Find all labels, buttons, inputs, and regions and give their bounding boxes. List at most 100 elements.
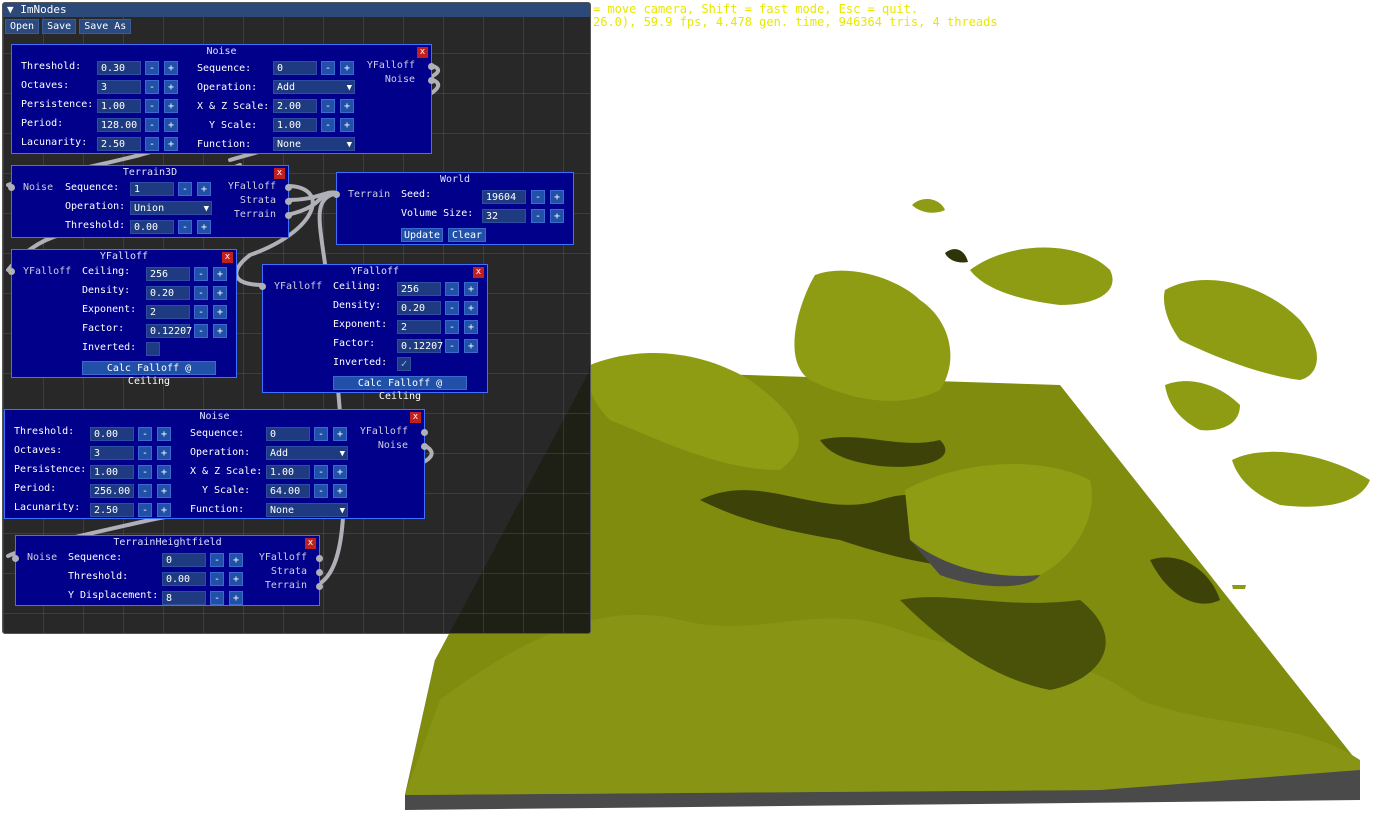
inverted-checkbox[interactable]: [146, 342, 160, 356]
octaves-field[interactable]: 3: [97, 80, 141, 94]
period-minus-button[interactable]: -: [145, 118, 159, 132]
ceiling-minus-button[interactable]: -: [445, 282, 459, 296]
yfalloff-node-1[interactable]: YFalloff x YFalloff Ceiling: 256 - + Den…: [8, 249, 237, 387]
input-pin[interactable]: [8, 184, 15, 191]
octaves-plus-button[interactable]: +: [157, 446, 171, 460]
factor-field[interactable]: 0.12207: [146, 324, 192, 338]
y-scale-plus-button[interactable]: +: [340, 118, 354, 132]
input-pin[interactable]: [259, 283, 266, 290]
xz-scale-field[interactable]: 2.00: [273, 99, 317, 113]
sequence-field[interactable]: 1: [130, 182, 174, 196]
output-pin[interactable]: [316, 583, 323, 590]
volume-size-plus-button[interactable]: +: [550, 209, 564, 223]
output-pin[interactable]: [316, 555, 323, 562]
threshold-field[interactable]: 0.00: [130, 220, 174, 234]
clear-button[interactable]: Clear: [448, 228, 486, 242]
sequence-plus-button[interactable]: +: [229, 553, 243, 567]
ceiling-field[interactable]: 256: [146, 267, 190, 281]
output-pin[interactable]: [285, 198, 292, 205]
factor-field[interactable]: 0.12207: [397, 339, 443, 353]
octaves-field[interactable]: 3: [90, 446, 134, 460]
threshold-minus-button[interactable]: -: [145, 61, 159, 75]
y-displacement-minus-button[interactable]: -: [210, 591, 224, 605]
y-displacement-field[interactable]: 8: [162, 591, 206, 605]
threshold-minus-button[interactable]: -: [178, 220, 192, 234]
y-displacement-plus-button[interactable]: +: [229, 591, 243, 605]
xz-scale-minus-button[interactable]: -: [314, 465, 328, 479]
octaves-minus-button[interactable]: -: [138, 446, 152, 460]
lacunarity-plus-button[interactable]: +: [157, 503, 171, 517]
function-select[interactable]: None ▼: [273, 137, 355, 151]
update-button[interactable]: Update: [401, 228, 443, 242]
persistence-field[interactable]: 1.00: [97, 99, 141, 113]
density-plus-button[interactable]: +: [213, 286, 227, 300]
sequence-minus-button[interactable]: -: [321, 61, 335, 75]
input-pin[interactable]: [333, 191, 340, 198]
persistence-plus-button[interactable]: +: [164, 99, 178, 113]
persistence-field[interactable]: 1.00: [90, 465, 134, 479]
operation-select[interactable]: Union ▼: [130, 201, 212, 215]
xz-scale-plus-button[interactable]: +: [333, 465, 347, 479]
density-plus-button[interactable]: +: [464, 301, 478, 315]
density-field[interactable]: 0.20: [397, 301, 441, 315]
octaves-minus-button[interactable]: -: [145, 80, 159, 94]
lacunarity-field[interactable]: 2.50: [97, 137, 141, 151]
volume-size-field[interactable]: 32: [482, 209, 526, 223]
period-plus-button[interactable]: +: [164, 118, 178, 132]
world-node[interactable]: World Terrain Seed: 19604 - + Volume Siz…: [333, 172, 574, 245]
y-scale-field[interactable]: 64.00: [266, 484, 310, 498]
lacunarity-minus-button[interactable]: -: [145, 137, 159, 151]
sequence-field[interactable]: 0: [273, 61, 317, 75]
lacunarity-field[interactable]: 2.50: [90, 503, 134, 517]
y-scale-minus-button[interactable]: -: [314, 484, 328, 498]
output-pin[interactable]: [428, 77, 435, 84]
close-icon[interactable]: x: [222, 252, 233, 263]
open-button[interactable]: Open: [5, 19, 40, 34]
exponent-minus-button[interactable]: -: [194, 305, 208, 319]
calc-falloff-button[interactable]: Calc Falloff @ Ceiling: [82, 361, 216, 387]
volume-size-minus-button[interactable]: -: [531, 209, 545, 223]
y-scale-plus-button[interactable]: +: [333, 484, 347, 498]
threshold-plus-button[interactable]: +: [164, 61, 178, 75]
lacunarity-plus-button[interactable]: +: [164, 137, 178, 151]
close-icon[interactable]: x: [305, 538, 316, 549]
terrain3d-node[interactable]: Terrain3D x Noise Sequence: 1 - + Operat…: [8, 165, 292, 238]
xz-scale-plus-button[interactable]: +: [340, 99, 354, 113]
octaves-plus-button[interactable]: +: [164, 80, 178, 94]
xz-scale-minus-button[interactable]: -: [321, 99, 335, 113]
density-field[interactable]: 0.20: [146, 286, 190, 300]
inverted-checkbox[interactable]: ✓: [397, 357, 411, 371]
operation-select[interactable]: Add ▼: [273, 80, 355, 94]
threshold-field[interactable]: 0.00: [90, 427, 134, 441]
output-pin[interactable]: [421, 429, 428, 436]
function-select[interactable]: None ▼: [266, 503, 348, 517]
threshold-field[interactable]: 0.00: [162, 572, 206, 586]
threshold-plus-button[interactable]: +: [229, 572, 243, 586]
sequence-minus-button[interactable]: -: [314, 427, 328, 441]
seed-plus-button[interactable]: +: [550, 190, 564, 204]
lacunarity-minus-button[interactable]: -: [138, 503, 152, 517]
ceiling-minus-button[interactable]: -: [194, 267, 208, 281]
ceiling-plus-button[interactable]: +: [464, 282, 478, 296]
sequence-plus-button[interactable]: +: [197, 182, 211, 196]
terrain-heightfield-node[interactable]: TerrainHeightfield x Noise Sequence: 0 -…: [12, 535, 323, 606]
threshold-minus-button[interactable]: -: [138, 427, 152, 441]
close-icon[interactable]: x: [274, 168, 285, 179]
sequence-plus-button[interactable]: +: [333, 427, 347, 441]
noise-node-1[interactable]: Noise x Threshold: 0.30 - + Octaves: 3 -…: [11, 44, 435, 154]
factor-minus-button[interactable]: -: [194, 324, 208, 338]
output-pin[interactable]: [285, 212, 292, 219]
input-pin[interactable]: [8, 268, 15, 275]
threshold-plus-button[interactable]: +: [157, 427, 171, 441]
factor-plus-button[interactable]: +: [213, 324, 227, 338]
output-pin[interactable]: [421, 443, 428, 450]
close-icon[interactable]: x: [473, 267, 484, 278]
input-pin[interactable]: [12, 555, 19, 562]
xz-scale-field[interactable]: 1.00: [266, 465, 310, 479]
exponent-plus-button[interactable]: +: [464, 320, 478, 334]
noise-node-2[interactable]: Noise x Threshold: 0.00 - + Octaves: 3 -…: [4, 409, 428, 519]
ceiling-field[interactable]: 256: [397, 282, 441, 296]
persistence-minus-button[interactable]: -: [138, 465, 152, 479]
close-icon[interactable]: x: [417, 47, 428, 58]
period-plus-button[interactable]: +: [157, 484, 171, 498]
